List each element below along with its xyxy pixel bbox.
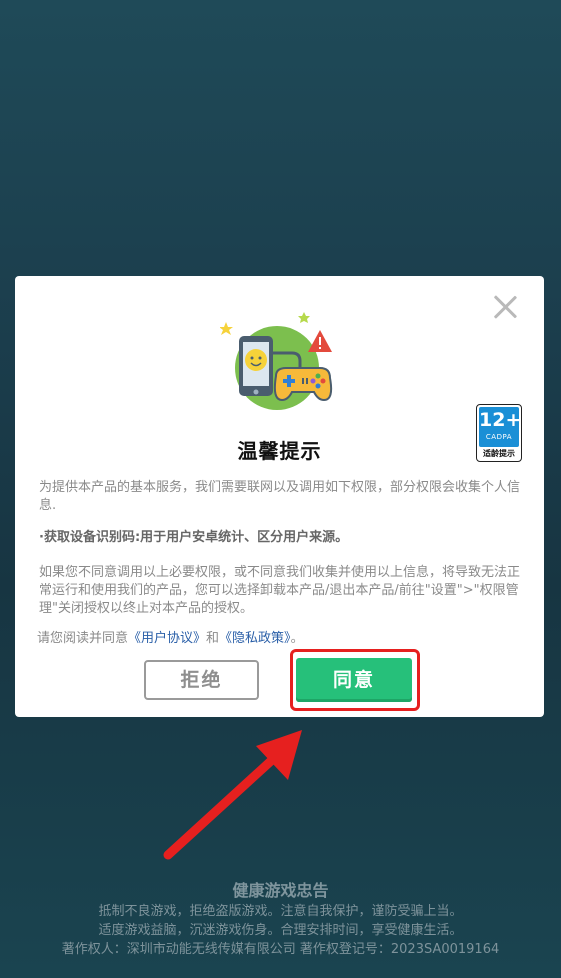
pointer-arrow-icon [163,730,302,860]
phone-gamepad-illustration [220,312,333,410]
consent-and: 和 [206,631,220,646]
permission-dialog: 12+ CADPA 适龄提示 温馨提示 为提供本产品的基本服务，我们需要联网以及… [15,276,544,717]
footer-line-2: 适度游戏益脑，沉迷游戏伤身。合理安排时间，享受健康生活。 [98,923,463,938]
footer-copyright: 著作权人：深圳市动能无线传媒有限公司 著作权登记号：2023SA0019164 [61,942,500,957]
user-agreement-link[interactable]: 《用户协议》 [128,631,206,646]
consent-line: 请您阅读并同意《用户协议》和《隐私政策》。 [37,630,304,648]
footer-line-1: 抵制不良游戏，拒绝盗版游戏。注意自我保护，谨防受骗上当。 [98,904,463,919]
dialog-title: 温馨提示 [237,439,322,463]
consent-suffix: 。 [290,631,304,646]
close-icon[interactable] [492,294,518,320]
refusal-notice-text: 如果您不同意调用以上必要权限，或不同意我们收集并使用以上信息，将导致无法正常运行… [39,565,521,616]
permission-intro-text: 为提供本产品的基本服务，我们需要联网以及调用如下权限，部分权限会收集个人信息. [39,480,521,513]
consent-prefix: 请您阅读并同意 [37,631,129,646]
health-advisory-footer: 健康游戏忠告 抵制不良游戏，拒绝盗版游戏。注意自我保护，谨防受骗上当。 适度游戏… [0,880,561,959]
agree-button[interactable]: 同意 [296,658,412,702]
reject-button[interactable]: 拒绝 [144,660,259,700]
device-id-permission-text: ·获取设备识别码:用于用户安卓统计、区分用户来源。 [39,530,349,545]
age-rating-number: 12+ [479,409,522,431]
privacy-policy-link[interactable]: 《隐私政策》 [219,631,291,646]
footer-title: 健康游戏忠告 [232,881,329,900]
